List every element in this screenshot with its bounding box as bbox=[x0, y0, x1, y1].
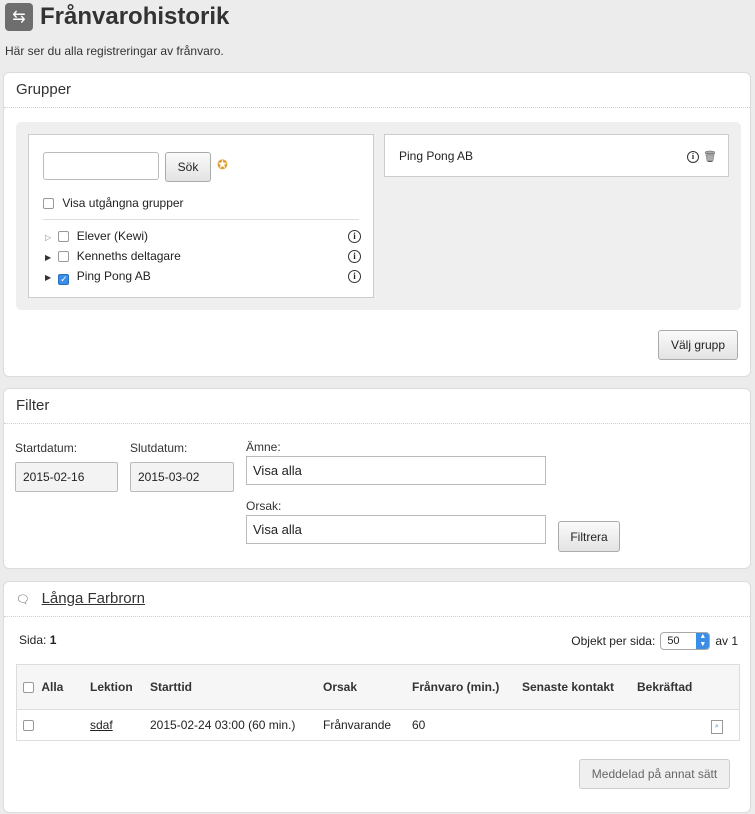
column-header: Alla bbox=[41, 680, 64, 694]
add-group-icon[interactable]: ✪ bbox=[217, 157, 228, 173]
table-row: sdaf 2015-02-24 03:00 (60 min.) Frånvara… bbox=[16, 709, 740, 741]
info-icon[interactable]: i bbox=[687, 151, 699, 163]
start-date-field[interactable]: 2015-02-16 bbox=[15, 462, 118, 492]
lesson-cell: sdaf bbox=[84, 709, 144, 741]
page-header: ⇆ Frånvarohistorik Här ser du alla regis… bbox=[0, 0, 755, 70]
reason-label: Orsak: bbox=[246, 499, 282, 513]
reason-cell: Frånvarande bbox=[317, 709, 406, 741]
group-checkbox[interactable] bbox=[58, 251, 70, 262]
search-button[interactable]: Sök bbox=[165, 152, 211, 182]
page-count-label: av 1 bbox=[715, 634, 738, 648]
info-icon[interactable]: i bbox=[348, 250, 361, 263]
filter-panel-title: Filter bbox=[4, 389, 750, 424]
show-expired-checkbox[interactable] bbox=[43, 198, 54, 209]
start-date-label: Startdatum: bbox=[15, 441, 78, 455]
tree-item[interactable]: ▶ ✓ Ping Pong AB i bbox=[45, 269, 361, 287]
filter-button[interactable]: Filtrera bbox=[558, 521, 620, 552]
trash-icon[interactable]: 🗑 bbox=[703, 150, 717, 163]
document-view-icon[interactable]: ⌕ bbox=[711, 719, 723, 734]
group-label: Ping Pong AB bbox=[76, 269, 151, 283]
tree-divider bbox=[43, 219, 359, 220]
reason-select[interactable]: Visa alla bbox=[246, 515, 546, 544]
subject-select[interactable]: Visa alla bbox=[246, 456, 546, 485]
start-cell: 2015-02-24 03:00 (60 min.) bbox=[144, 709, 317, 741]
group-search-input[interactable] bbox=[43, 152, 159, 180]
notified-otherwise-button[interactable]: Meddelad på annat sätt bbox=[579, 759, 730, 789]
column-header: Orsak bbox=[317, 664, 406, 710]
row-checkbox[interactable] bbox=[23, 720, 34, 731]
last-contact-cell bbox=[516, 709, 631, 741]
per-page-control: Objekt per sida: 50 ▲ ▼ av 1 bbox=[571, 632, 738, 650]
info-icon[interactable]: i bbox=[348, 230, 361, 243]
choose-group-button[interactable]: Välj grupp bbox=[658, 330, 738, 360]
results-panel: 🗨 Långa Farbrorn Sida: 1 Objekt per sida… bbox=[3, 581, 751, 813]
group-checkbox-checked[interactable]: ✓ bbox=[58, 274, 70, 285]
group-label: Elever (Kewi) bbox=[76, 229, 149, 243]
absence-history-icon: ⇆ bbox=[5, 3, 33, 31]
selected-group-label: Ping Pong AB bbox=[399, 149, 474, 163]
per-page-select[interactable]: 50 ▲ ▼ bbox=[660, 632, 711, 650]
page-number: 1 bbox=[49, 633, 57, 647]
filter-panel: Filter Startdatum: 2015-02-16 Slutdatum:… bbox=[3, 388, 751, 569]
column-header: Frånvaro (min.) bbox=[406, 664, 516, 710]
per-page-value: 50 bbox=[667, 635, 680, 647]
page-description: Här ser du alla registreringar av frånva… bbox=[5, 44, 224, 58]
select-arrows-icon: ▲ ▼ bbox=[696, 633, 710, 649]
group-label: Kenneths deltagare bbox=[76, 249, 181, 263]
selected-groups-box: Ping Pong AB i 🗑 bbox=[384, 134, 729, 177]
groups-panel: Grupper Sök ✪ Visa utgångna grupper ▷ El… bbox=[3, 72, 751, 377]
page-title: Frånvarohistorik bbox=[40, 3, 230, 30]
subject-label: Ämne: bbox=[246, 440, 281, 454]
select-all-checkbox[interactable] bbox=[23, 682, 34, 693]
expand-arrow-icon[interactable]: ▶ bbox=[45, 253, 55, 262]
end-date-label: Slutdatum: bbox=[130, 441, 188, 455]
show-expired-label: Visa utgångna grupper bbox=[62, 196, 184, 210]
column-header: Senaste kontakt bbox=[516, 664, 631, 710]
select-all-header[interactable]: Alla bbox=[16, 664, 84, 710]
comment-icon: 🗨 bbox=[16, 594, 30, 606]
absence-cell: 60 bbox=[406, 709, 516, 741]
show-expired-groups[interactable]: Visa utgångna grupper bbox=[43, 196, 184, 210]
expand-arrow-icon[interactable]: ▷ bbox=[45, 233, 55, 242]
group-tree-box: Sök ✪ Visa utgångna grupper ▷ Elever (Ke… bbox=[28, 134, 374, 298]
column-header: Starttid bbox=[144, 664, 317, 710]
lesson-link[interactable]: sdaf bbox=[90, 718, 113, 732]
group-checkbox[interactable] bbox=[58, 231, 70, 242]
results-header: 🗨 Långa Farbrorn bbox=[4, 582, 750, 617]
per-page-label: Objekt per sida: bbox=[571, 634, 656, 648]
confirmed-cell: ⌕ bbox=[631, 709, 740, 741]
groups-panel-title: Grupper bbox=[4, 73, 750, 108]
tree-item[interactable]: ▷ Elever (Kewi) i bbox=[45, 229, 361, 247]
table-header-row: Alla Lektion Starttid Orsak Frånvaro (mi… bbox=[16, 664, 740, 710]
expand-arrow-icon[interactable]: ▶ bbox=[45, 273, 55, 282]
info-icon[interactable]: i bbox=[348, 270, 361, 283]
page-label: Sida: bbox=[19, 633, 47, 647]
student-name-link[interactable]: Långa Farbrorn bbox=[42, 590, 145, 607]
tree-item[interactable]: ▶ Kenneths deltagare i bbox=[45, 249, 361, 267]
column-header: Lektion bbox=[84, 664, 144, 710]
row-select-cell[interactable] bbox=[16, 709, 84, 741]
page-indicator: Sida: 1 bbox=[19, 633, 56, 647]
end-date-field[interactable]: 2015-03-02 bbox=[130, 462, 234, 492]
group-selection-area: Sök ✪ Visa utgångna grupper ▷ Elever (Ke… bbox=[16, 122, 741, 310]
column-header: Bekräftad bbox=[631, 664, 740, 710]
absence-table: Alla Lektion Starttid Orsak Frånvaro (mi… bbox=[16, 664, 740, 741]
